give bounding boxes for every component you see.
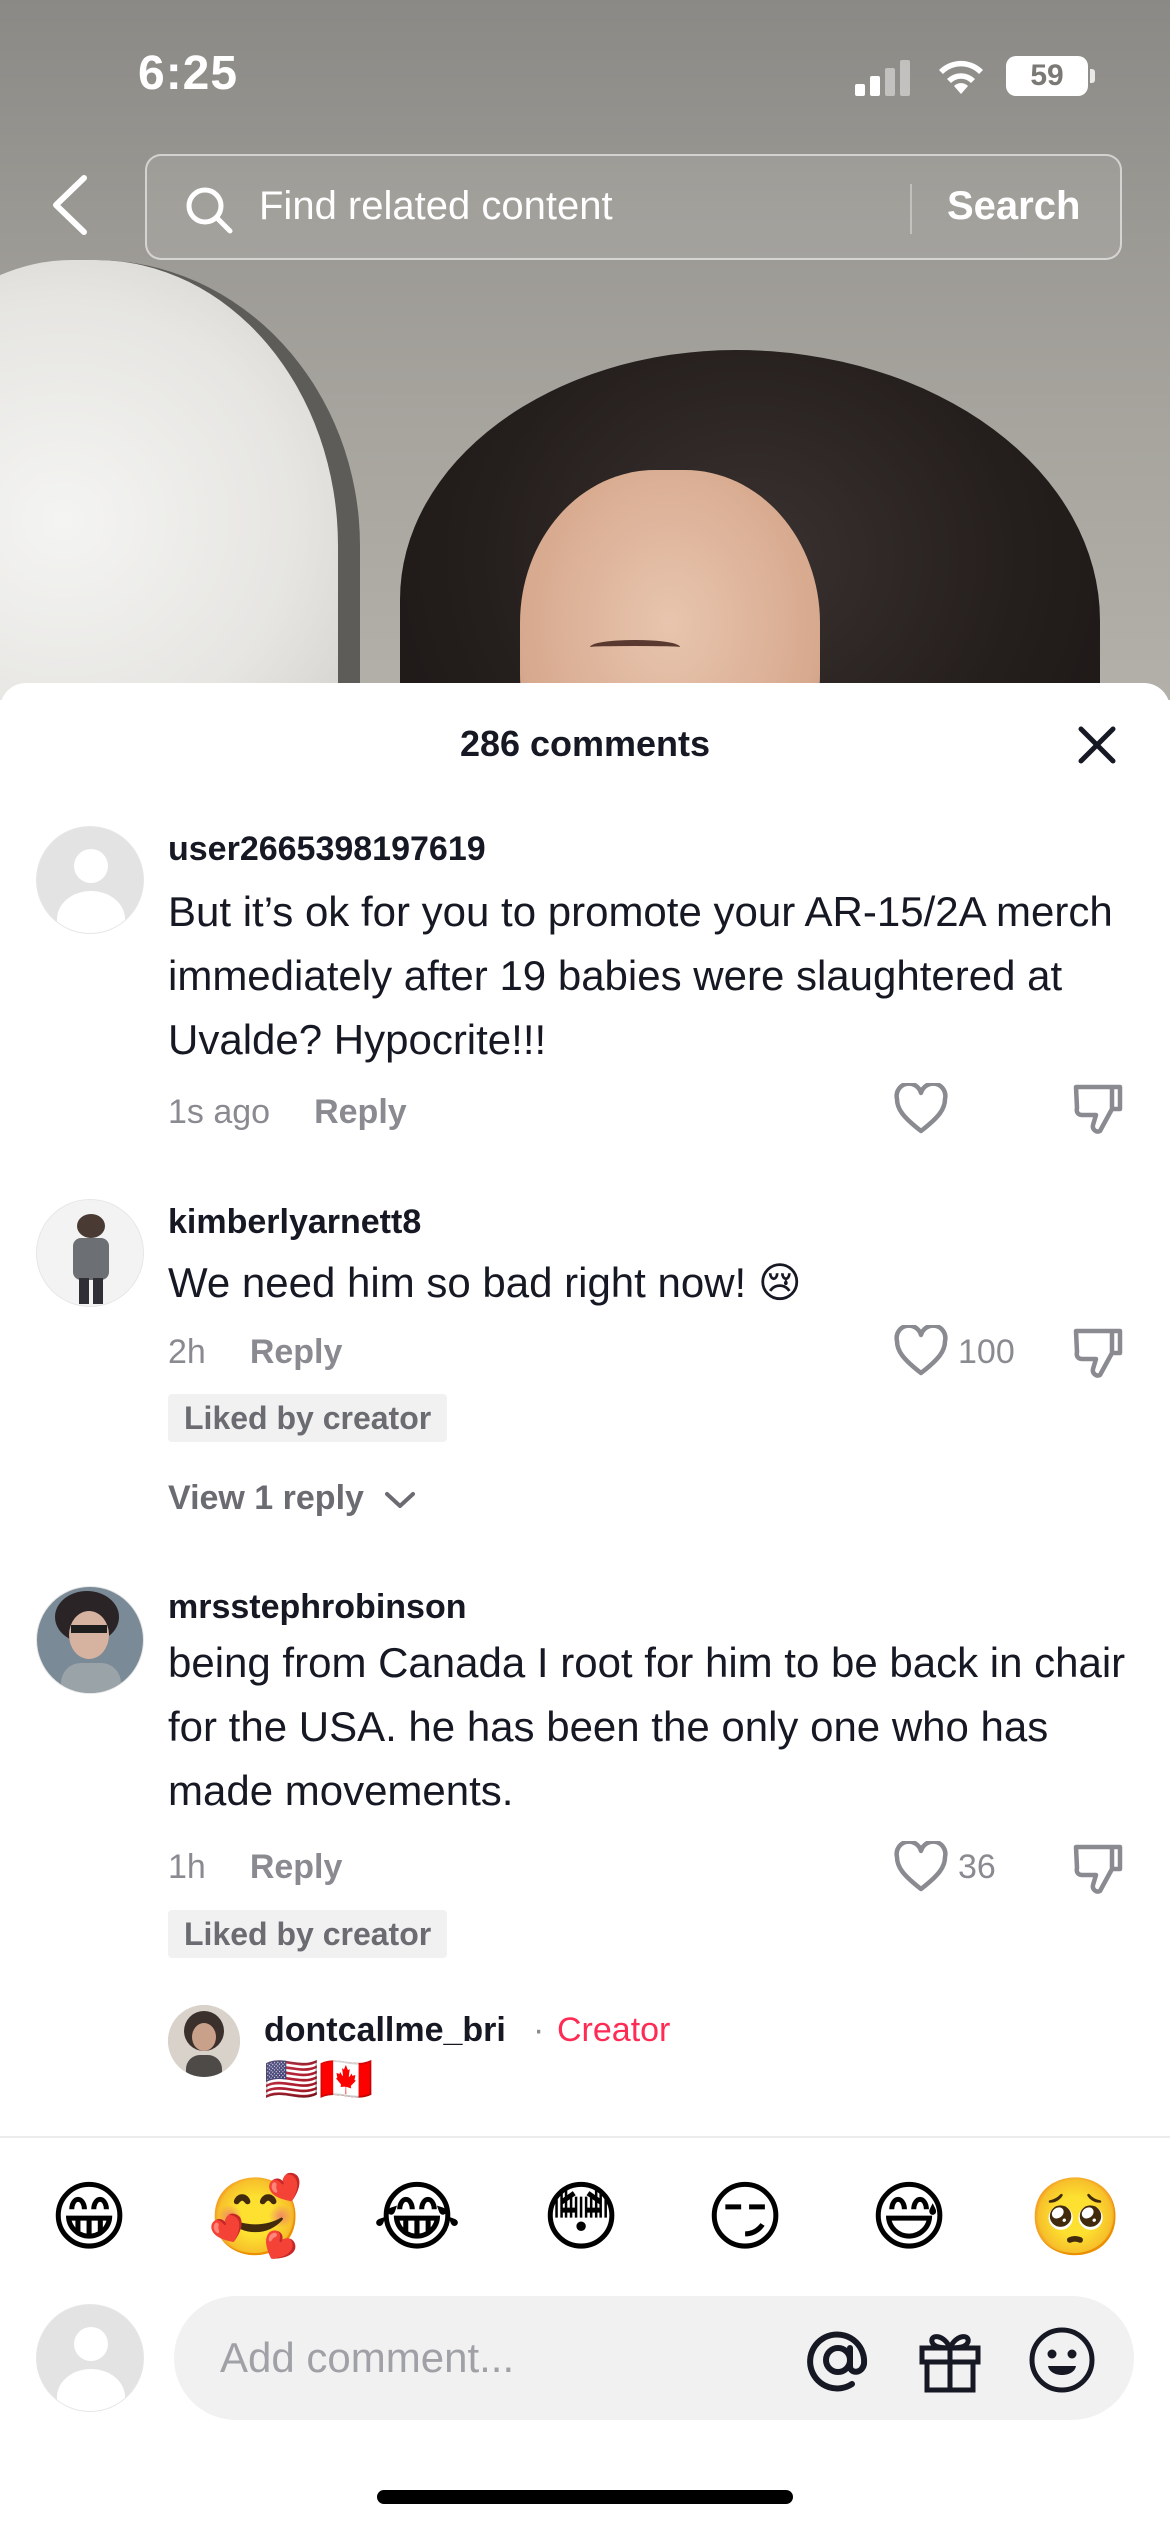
emoji-flushed[interactable]: 😳 [536, 2178, 626, 2258]
emoji-smiling-hearts[interactable]: 🥰 [208, 2178, 303, 2258]
heart-icon[interactable] [893, 1325, 949, 1377]
emoji-grin[interactable]: 😁 [44, 2178, 134, 2258]
comment-time: 1s ago [168, 1093, 271, 1131]
reply-button[interactable]: Reply [250, 1333, 343, 1371]
heart-icon[interactable] [893, 1841, 949, 1893]
chevron-down-icon [385, 1492, 416, 1509]
search-bar[interactable]: Find related content Search [145, 154, 1122, 260]
comment-username[interactable]: user2665398197619 [168, 830, 486, 869]
avatar[interactable] [36, 826, 144, 934]
battery-icon: 59 [1006, 56, 1095, 96]
close-icon[interactable] [1075, 723, 1119, 767]
liked-by-creator-badge: Liked by creator [168, 1394, 448, 1442]
avatar[interactable] [36, 1586, 144, 1694]
comment-text: We need him so bad right now! 😢 [168, 1259, 802, 1306]
comment-meta: 1h Reply [168, 1848, 342, 1887]
emoji-sweat-smile[interactable]: 😅 [864, 2178, 954, 2258]
reply-button[interactable]: Reply [250, 1848, 343, 1886]
creator-label: Creator [557, 2011, 671, 2049]
reply-button[interactable]: Reply [314, 1093, 407, 1131]
search-divider [910, 184, 912, 234]
avatar[interactable] [168, 2005, 240, 2077]
home-indicator[interactable] [377, 2490, 793, 2504]
liked-by-creator-badge: Liked by creator [168, 1910, 448, 1958]
comment-input[interactable]: Add comment... [174, 2296, 1134, 2420]
emoji-pleading[interactable]: 🥺 [1028, 2178, 1123, 2258]
comment-meta: 2h Reply [168, 1333, 342, 1372]
comment-input-row: Add comment... [0, 2280, 1170, 2440]
my-avatar [36, 2304, 144, 2412]
status-bar: 6:25 59 [0, 0, 1170, 150]
back-arrow-icon[interactable] [46, 172, 96, 238]
comments-count-title: 286 comments [459, 723, 711, 764]
view-replies-button[interactable]: View 1 reply [168, 1479, 417, 1518]
video-person-eye [590, 640, 680, 654]
comment-meta: 1s ago Reply [168, 1093, 407, 1132]
car-window [0, 260, 360, 700]
dislike-icon[interactable] [1072, 1841, 1124, 1897]
dislike-icon[interactable] [1072, 1325, 1124, 1381]
view-replies-label: View 1 reply [168, 1479, 364, 1517]
comment-text: But it’s ok for you to promote your AR-1… [168, 888, 1113, 1063]
emoji-picker-icon[interactable] [1026, 2324, 1098, 2396]
avatar-photo [168, 2005, 240, 2077]
emoji-tears-of-joy[interactable]: 😂 [372, 2178, 462, 2258]
search-button[interactable]: Search [947, 184, 1080, 229]
comment-text: being from Canada I root for him to be b… [168, 1639, 1126, 1814]
cellular-signal-icon [855, 60, 915, 96]
comment-time: 2h [168, 1333, 206, 1371]
reply-separator: · [533, 2011, 545, 2049]
avatar[interactable] [36, 1199, 144, 1307]
comment-username[interactable]: kimberlyarnett8 [168, 1203, 421, 1242]
dislike-icon[interactable] [1072, 1081, 1124, 1137]
emoji-quick-bar: 😁 🥰 😂 😳 😏 😅 🥺 [0, 2136, 1170, 2276]
like-count: 36 [958, 1848, 996, 1886]
wifi-icon [939, 60, 983, 94]
mention-icon[interactable] [802, 2324, 874, 2396]
gift-icon[interactable] [914, 2324, 986, 2396]
avatar-photo [37, 1587, 143, 1693]
search-icon [186, 187, 233, 234]
like-count: 100 [958, 1333, 1015, 1371]
status-time: 6:25 [138, 47, 239, 100]
emoji-smirk[interactable]: 😏 [700, 2178, 790, 2258]
comment-time: 1h [168, 1848, 206, 1886]
search-input[interactable]: Find related content [259, 184, 613, 229]
avatar-photo [37, 1200, 143, 1306]
heart-icon[interactable] [893, 1083, 949, 1135]
comment-input-placeholder: Add comment... [220, 2334, 515, 2381]
reply-text: 🇺🇸🇨🇦 [264, 2055, 374, 2104]
reply-username[interactable]: dontcallme_bri [264, 2011, 506, 2050]
comment-username[interactable]: mrsstephrobinson [168, 1588, 466, 1627]
